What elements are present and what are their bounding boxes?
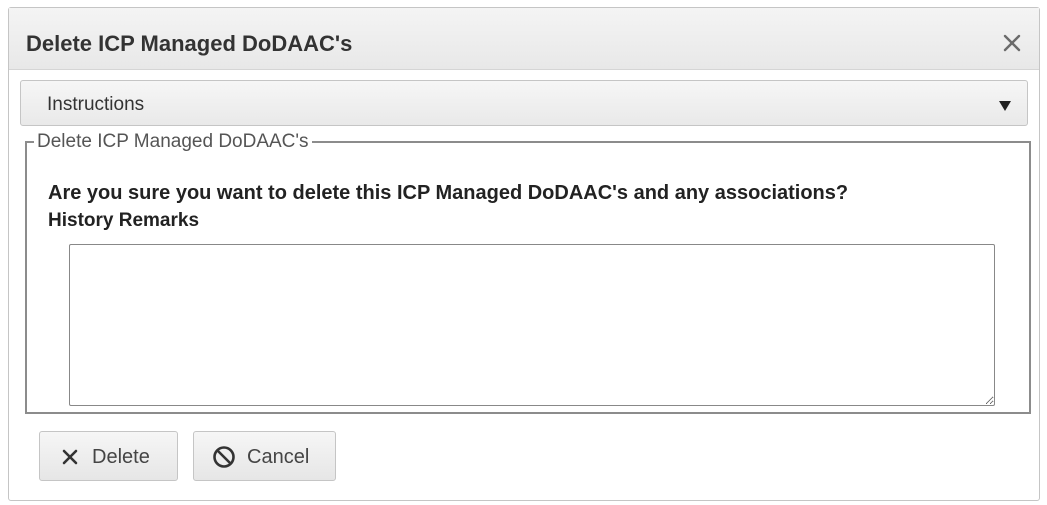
close-icon[interactable]: [1001, 32, 1023, 54]
cancel-button-label: Cancel: [247, 446, 310, 468]
history-remarks-label: History Remarks: [48, 210, 200, 231]
ban-icon: [212, 445, 236, 469]
delete-button-label: Delete: [92, 446, 150, 468]
instructions-label: Instructions: [47, 94, 145, 115]
delete-dialog: Delete ICP Managed DoDAAC's Instructions…: [8, 7, 1040, 501]
caret-down-icon: [999, 98, 1011, 111]
x-icon: [60, 447, 80, 467]
cancel-button[interactable]: Cancel: [193, 431, 336, 481]
confirmation-question: Are you sure you want to delete this ICP…: [48, 182, 849, 204]
instructions-accordion[interactable]: Instructions: [20, 80, 1028, 126]
dialog-titlebar: Delete ICP Managed DoDAAC's: [9, 8, 1039, 70]
history-remarks-textarea[interactable]: [69, 244, 995, 406]
dialog-title: Delete ICP Managed DoDAAC's: [26, 31, 353, 56]
delete-button[interactable]: Delete: [39, 431, 178, 481]
fieldset-legend: Delete ICP Managed DoDAAC's: [37, 131, 309, 152]
delete-fieldset: Delete ICP Managed DoDAAC's Are you sure…: [25, 132, 1031, 414]
